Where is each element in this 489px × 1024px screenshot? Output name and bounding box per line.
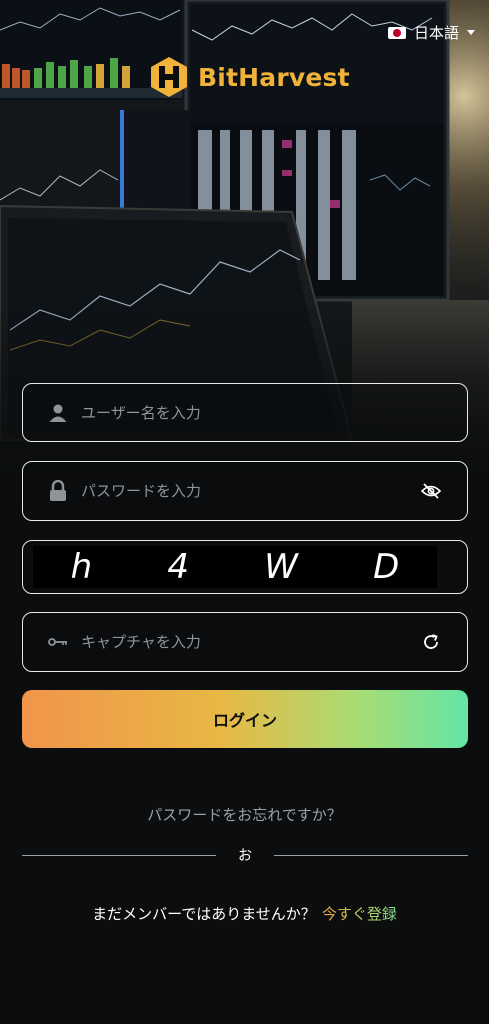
language-selector[interactable]: 日本語 (387, 22, 475, 43)
login-button-label: ログイン (212, 711, 277, 730)
signup-row: まだメンバーではありませんか？ 今すぐ登録 (0, 903, 489, 924)
captcha-char: W (264, 547, 298, 587)
eye-off-icon[interactable] (419, 479, 443, 503)
signup-link[interactable]: 今すぐ登録 (322, 905, 397, 923)
key-icon (47, 631, 69, 653)
brand-logo-group: BitHarvest (148, 56, 350, 98)
password-input[interactable] (81, 462, 419, 520)
divider-line-right (274, 854, 468, 856)
language-label: 日本語 (413, 24, 459, 42)
divider: お (22, 845, 468, 865)
brand-name: BitHarvest (198, 62, 350, 92)
lock-icon (47, 480, 69, 502)
captcha-char: 4 (167, 547, 190, 587)
user-icon (47, 402, 69, 424)
forgot-password-link[interactable]: パスワードをお忘れですか？ (0, 804, 489, 825)
captcha-input[interactable] (81, 613, 419, 671)
chevron-down-icon (467, 30, 475, 35)
captcha-char: h (70, 547, 93, 587)
japan-flag-icon (387, 26, 406, 39)
captcha-image-box: h 4 W D (22, 540, 468, 594)
bitharvest-logo-icon (151, 57, 187, 97)
username-field[interactable] (22, 383, 468, 442)
login-button[interactable]: ログイン (22, 690, 468, 748)
username-input[interactable] (81, 384, 467, 441)
captcha-char: D (373, 547, 400, 587)
refresh-icon[interactable] (419, 630, 443, 654)
password-field[interactable] (22, 461, 468, 521)
signup-prompt: まだメンバーではありませんか？ (92, 905, 316, 923)
divider-line-left (22, 854, 216, 856)
captcha-image[interactable]: h 4 W D (33, 546, 437, 588)
captcha-field[interactable] (22, 612, 468, 672)
divider-text: お (238, 848, 252, 864)
